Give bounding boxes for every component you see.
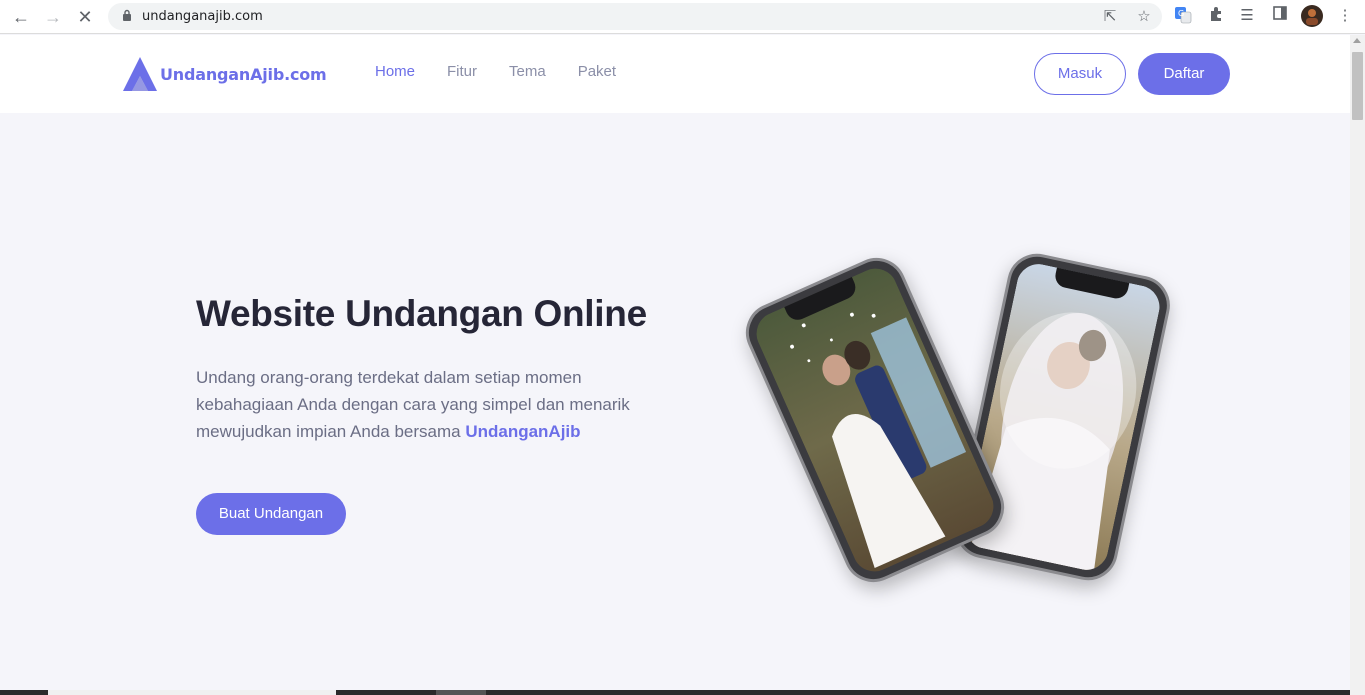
- taskbar-segment: [436, 690, 486, 695]
- lock-icon: [123, 9, 131, 21]
- main-nav: Home Fitur Tema Paket: [375, 63, 648, 80]
- scroll-up-arrow-icon[interactable]: [1353, 38, 1361, 43]
- side-panel-icon[interactable]: [1270, 6, 1290, 26]
- scrollbar-thumb[interactable]: [1352, 52, 1363, 120]
- logo-triangle-icon: [123, 57, 157, 91]
- browser-toolbar: ← → ✕ undanganajib.com ⇱ ☆ G ☰ ⋮: [0, 0, 1365, 34]
- logo[interactable]: UndanganAjib.com: [121, 55, 327, 93]
- page-scrollbar[interactable]: [1350, 35, 1365, 695]
- url-text: undanganajib.com: [142, 9, 263, 24]
- profile-avatar[interactable]: [1301, 5, 1323, 27]
- svg-text:G: G: [1178, 9, 1184, 18]
- stop-loading-icon[interactable]: ✕: [73, 5, 97, 29]
- browser-menu-icon[interactable]: ⋮: [1335, 6, 1355, 26]
- hero-title: Website Undangan Online: [196, 293, 647, 334]
- register-button[interactable]: Daftar: [1138, 53, 1230, 95]
- hero-description-brand: UndanganAjib: [465, 422, 581, 441]
- forward-arrow-icon[interactable]: →: [41, 5, 65, 29]
- nav-item-paket[interactable]: Paket: [578, 63, 616, 80]
- phone-mockup-left: [736, 248, 1014, 592]
- address-bar[interactable]: undanganajib.com ⇱ ☆: [108, 3, 1162, 30]
- back-arrow-icon[interactable]: ←: [9, 5, 33, 29]
- media-queue-icon[interactable]: ☰: [1237, 6, 1257, 26]
- create-invitation-button[interactable]: Buat Undangan: [196, 493, 346, 535]
- nav-item-tema[interactable]: Tema: [509, 63, 546, 80]
- nav-item-fitur[interactable]: Fitur: [447, 63, 477, 80]
- logo-text: UndanganAjib.com: [160, 64, 327, 84]
- taskbar-segment: [48, 690, 336, 695]
- hero-description: Undang orang-orang terdekat dalam setiap…: [196, 364, 636, 445]
- site-header: UndanganAjib.com Home Fitur Tema Paket M…: [0, 35, 1350, 113]
- bookmark-star-icon[interactable]: ☆: [1135, 8, 1153, 26]
- nav-item-home[interactable]: Home: [375, 63, 415, 80]
- google-translate-icon[interactable]: G: [1173, 6, 1193, 26]
- share-icon[interactable]: ⇱: [1101, 8, 1119, 26]
- login-button[interactable]: Masuk: [1034, 53, 1126, 95]
- extensions-puzzle-icon[interactable]: [1206, 6, 1226, 26]
